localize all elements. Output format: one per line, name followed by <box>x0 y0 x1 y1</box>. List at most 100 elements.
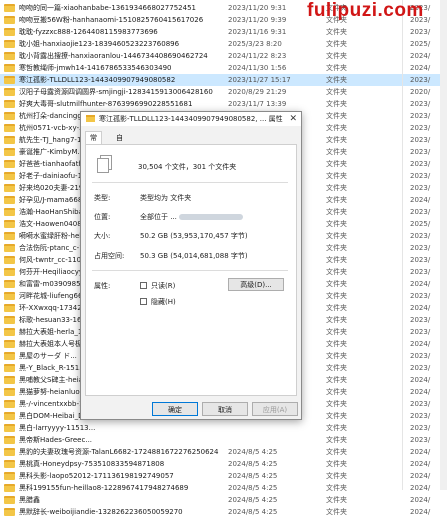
file-type: 文件夹 <box>326 280 347 288</box>
folder-icon <box>4 340 15 348</box>
folder-icon <box>4 400 15 408</box>
folder-icon <box>4 460 15 468</box>
file-type: 文件夹 <box>326 472 347 480</box>
file-name: 黑腊鑫 <box>19 496 40 504</box>
file-name: 黑科头影-laopo52012-1711361981927490​57 <box>19 472 174 480</box>
folder-icon <box>4 220 15 228</box>
file-type: 文件夹 <box>326 220 347 228</box>
cancel-button[interactable]: 取消 <box>202 402 248 416</box>
vertical-scrollbar[interactable] <box>440 0 447 490</box>
folder-icon <box>4 268 15 276</box>
file-row[interactable]: 好爽大毒哥-slutmilfhunter-876399699022855​168… <box>0 98 447 110</box>
file-type: 文件夹 <box>326 124 347 132</box>
file-row[interactable]: 黑腊鑫 2024/8/5 4:25 文件夹 2024/ <box>0 494 447 506</box>
file-type: 文件夹 <box>326 352 347 360</box>
readonly-checkbox[interactable] <box>140 282 147 289</box>
file-name: 黑帝斯Hades-Greec... <box>19 436 93 444</box>
file-type: 文件夹 <box>326 172 347 180</box>
file-type: 文件夹 <box>326 184 347 192</box>
file-row[interactable]: 耽小姐-hanxiaojie123-1839460523223760896 202… <box>0 38 447 50</box>
file-date: 2023/11/20 9:31 <box>228 4 287 12</box>
tab-general[interactable]: 常规 <box>85 131 102 154</box>
file-name: 黑默辞长-weiboijiandie-1328262236050059270 <box>19 508 183 516</box>
file-type: 文件夹 <box>326 460 347 468</box>
file-type: 文件夹 <box>326 328 347 336</box>
file-name: 汉阳子母露资源四调圆界-smjingji-1283415913006428160 <box>19 88 213 96</box>
file-row[interactable]: 寒江孤影-TLLDLL123-1443409907949080582 2023/1… <box>0 74 447 86</box>
file-row[interactable]: 黑科头影-laopo52012-1711361981927490​57 2024/… <box>0 470 447 482</box>
multiple-files-icon <box>97 155 112 173</box>
file-row[interactable]: 黑科199155fun-heillao8-1228967417948274689… <box>0 482 447 494</box>
file-type: 文件夹 <box>326 136 347 144</box>
apply-button[interactable]: 应用(A) <box>252 402 298 416</box>
folder-icon <box>4 280 15 288</box>
file-row[interactable]: 黑桃真-Honeydpsy-753510833594871808 2024/8/5… <box>0 458 447 470</box>
file-type: 文件夹 <box>326 232 347 240</box>
file-date: 2023/11/16 9:31 <box>228 28 287 36</box>
folder-icon <box>4 496 15 504</box>
folder-icon <box>4 364 15 372</box>
folder-icon <box>4 136 15 144</box>
folder-icon <box>4 124 15 132</box>
folder-icon <box>4 352 15 360</box>
file-date: 2024/8/5 4:25 <box>228 448 278 456</box>
file-type: 文件夹 <box>326 28 347 36</box>
location-value: 全部位于 ... <box>140 212 243 222</box>
file-date-created: 2024/ <box>410 508 431 516</box>
file-date: 2023/11/27 15:17 <box>228 76 291 84</box>
folder-icon <box>4 232 15 240</box>
attributes-label: 属性: <box>94 282 111 290</box>
file-date: 2024/8/5 4:25 <box>228 496 278 504</box>
folder-icon <box>4 448 15 456</box>
size-value: 50.2 GB (53,953,170,457 字节) <box>140 232 248 240</box>
file-row[interactable]: 寒哲教绳师-jmwh14-1416786533546303490 2024/11/… <box>0 62 447 74</box>
file-date: 2024/8/5 4:25 <box>228 508 278 516</box>
file-type: 文件夹 <box>326 256 347 264</box>
file-date: 2025/3/23 8:20 <box>228 40 282 48</box>
folder-icon <box>4 244 15 252</box>
file-name: 耽小背露出搜撩-hanxiaoranlou-144673440869046272… <box>19 52 208 60</box>
file-type: 文件夹 <box>326 196 347 204</box>
file-row[interactable]: 黑白-larryyyy-11513... 文件夹 2023/ <box>0 422 447 434</box>
file-type: 文件夹 <box>326 40 347 48</box>
folder-icon <box>4 328 15 336</box>
file-row[interactable]: 汉阳子母露资源四调圆界-smjingji-1283415913006428160… <box>0 86 447 98</box>
file-type: 文件夹 <box>326 424 347 432</box>
folder-icon <box>4 436 15 444</box>
type-value: 类型均为 文件夹 <box>140 194 192 202</box>
size-label: 大小: <box>94 232 111 240</box>
file-name: 好爽大毒哥-slutmilfhunter-876399699022855​168… <box>19 100 193 108</box>
hidden-checkbox[interactable] <box>140 298 147 305</box>
file-row[interactable]: 黑豹的夫妻玫瑰号资源-TalanL6682-172488167227625062… <box>0 446 447 458</box>
folder-icon <box>4 316 15 324</box>
file-row[interactable]: 黑默辞长-weiboijiandie-1328262236050059270 20… <box>0 506 447 518</box>
file-type: 文件夹 <box>326 100 347 108</box>
ok-button[interactable]: 确定 <box>152 402 198 416</box>
tab-custom[interactable]: 自定义 <box>112 132 127 166</box>
file-type: 文件夹 <box>326 388 347 396</box>
dialog-titlebar[interactable]: 寒江孤影-TLLDLL123-1443409907949080582, ... … <box>81 112 301 126</box>
file-row[interactable]: 耽小背露出搜撩-hanxiaoranlou-144673440869046272… <box>0 50 447 62</box>
folder-icon <box>4 4 15 12</box>
file-type: 文件夹 <box>326 208 347 216</box>
folder-icon <box>4 484 15 492</box>
file-date: 2020/8/29 21:29 <box>228 88 287 96</box>
file-type: 文件夹 <box>326 304 347 312</box>
watermark: fulipuzi.com <box>307 0 424 21</box>
advanced-button[interactable]: 高级(D)... <box>228 278 284 291</box>
hidden-label: 隐藏(H) <box>151 298 176 306</box>
close-icon[interactable]: ✕ <box>289 112 297 126</box>
file-date: 2024/8/5 4:25 <box>228 484 278 492</box>
folder-icon <box>4 64 15 72</box>
file-row[interactable]: 黑帝斯Hades-Greec... 文件夹 2023/ <box>0 434 447 446</box>
folder-icon <box>4 148 15 156</box>
file-date: 2024/11/30 1:56 <box>228 64 287 72</box>
file-row[interactable]: 耽耽-fyzzxc888-1264408115983773696 2023/11/… <box>0 26 447 38</box>
folder-icon <box>4 196 15 204</box>
folder-icon <box>4 16 15 24</box>
folder-icon <box>4 160 15 168</box>
folder-icon <box>4 208 15 216</box>
file-type: 文件夹 <box>326 316 347 324</box>
file-date: 2023/11/20 9:39 <box>228 16 287 24</box>
type-label: 类型: <box>94 194 111 202</box>
